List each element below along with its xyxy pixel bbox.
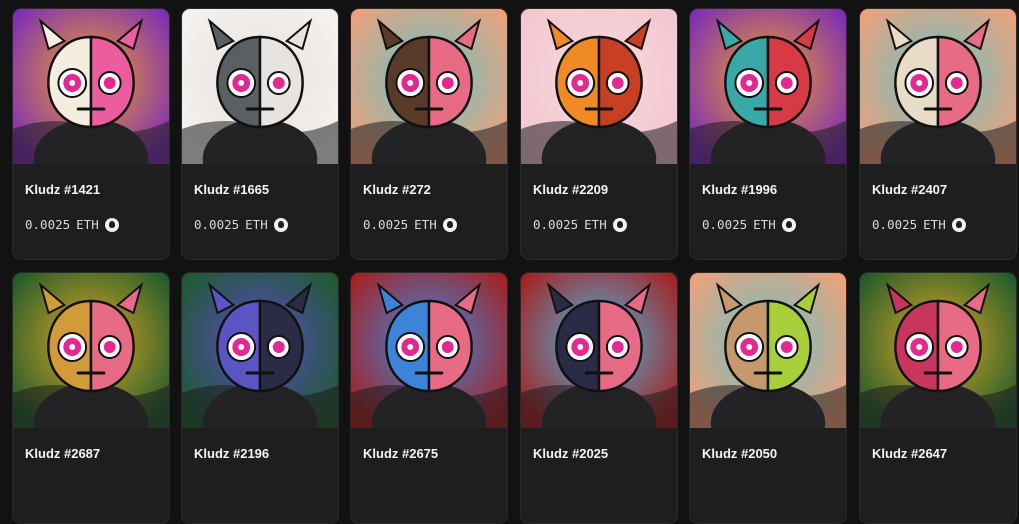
nft-image[interactable]: [351, 273, 507, 428]
price-currency: ETH: [414, 217, 437, 232]
price-amount: 0.0025: [194, 217, 240, 232]
nft-image[interactable]: [860, 9, 1016, 164]
nft-card[interactable]: Kludz #2209 0.0025 ETH: [520, 8, 678, 260]
price-currency: ETH: [753, 217, 776, 232]
nft-artwork: [521, 9, 677, 164]
nft-title[interactable]: Kludz #2025: [533, 446, 665, 461]
nft-card[interactable]: Kludz #2675: [350, 272, 508, 524]
price-currency: ETH: [923, 217, 946, 232]
nft-title[interactable]: Kludz #2209: [533, 182, 665, 197]
nft-image[interactable]: [182, 9, 338, 164]
nft-artwork: [351, 9, 507, 164]
nft-price: 0.0025 ETH: [25, 217, 157, 232]
price-amount: 0.0025: [872, 217, 918, 232]
nft-card[interactable]: Kludz #1665 0.0025 ETH: [181, 8, 339, 260]
price-currency: ETH: [76, 217, 99, 232]
price-currency: ETH: [245, 217, 268, 232]
chain-icon: [104, 217, 119, 232]
price-currency: ETH: [584, 217, 607, 232]
nft-image[interactable]: [182, 273, 338, 428]
nft-card[interactable]: Kludz #1996 0.0025 ETH: [689, 8, 847, 260]
nft-price: 0.0025 ETH: [363, 217, 495, 232]
nft-artwork: [13, 9, 169, 164]
nft-price: 0.0025 ETH: [702, 217, 834, 232]
nft-image[interactable]: [521, 9, 677, 164]
nft-artwork: [860, 9, 1016, 164]
nft-title[interactable]: Kludz #2050: [702, 446, 834, 461]
chain-icon: [951, 217, 966, 232]
nft-image[interactable]: [690, 273, 846, 428]
nft-title[interactable]: Kludz #2196: [194, 446, 326, 461]
nft-artwork: [182, 9, 338, 164]
nft-grid: Kludz #1421 0.0025 ETH Kludz #1665 0.002…: [0, 0, 1019, 524]
nft-artwork: [860, 273, 1016, 428]
nft-image[interactable]: [13, 9, 169, 164]
nft-price: 0.0025 ETH: [872, 217, 1004, 232]
nft-title[interactable]: Kludz #2647: [872, 446, 1004, 461]
nft-card[interactable]: Kludz #272 0.0025 ETH: [350, 8, 508, 260]
nft-title[interactable]: Kludz #2407: [872, 182, 1004, 197]
nft-artwork: [13, 273, 169, 428]
nft-image[interactable]: [13, 273, 169, 428]
nft-image[interactable]: [521, 273, 677, 428]
nft-card[interactable]: Kludz #2687: [12, 272, 170, 524]
nft-title[interactable]: Kludz #1421: [25, 182, 157, 197]
nft-card[interactable]: Kludz #2025: [520, 272, 678, 524]
price-amount: 0.0025: [25, 217, 71, 232]
chain-icon: [442, 217, 457, 232]
nft-artwork: [521, 273, 677, 428]
nft-title[interactable]: Kludz #272: [363, 182, 495, 197]
chain-icon: [781, 217, 796, 232]
nft-image[interactable]: [351, 9, 507, 164]
nft-artwork: [690, 9, 846, 164]
nft-image[interactable]: [690, 9, 846, 164]
price-amount: 0.0025: [702, 217, 748, 232]
nft-card[interactable]: Kludz #2647: [859, 272, 1017, 524]
price-amount: 0.0025: [533, 217, 579, 232]
nft-title[interactable]: Kludz #2687: [25, 446, 157, 461]
nft-title[interactable]: Kludz #1996: [702, 182, 834, 197]
nft-title[interactable]: Kludz #1665: [194, 182, 326, 197]
nft-card[interactable]: Kludz #2407 0.0025 ETH: [859, 8, 1017, 260]
nft-artwork: [182, 273, 338, 428]
nft-image[interactable]: [860, 273, 1016, 428]
nft-price: 0.0025 ETH: [533, 217, 665, 232]
chain-icon: [273, 217, 288, 232]
nft-price: 0.0025 ETH: [194, 217, 326, 232]
nft-artwork: [351, 273, 507, 428]
nft-card[interactable]: Kludz #2196: [181, 272, 339, 524]
nft-card[interactable]: Kludz #2050: [689, 272, 847, 524]
nft-artwork: [690, 273, 846, 428]
price-amount: 0.0025: [363, 217, 409, 232]
nft-title[interactable]: Kludz #2675: [363, 446, 495, 461]
nft-card[interactable]: Kludz #1421 0.0025 ETH: [12, 8, 170, 260]
chain-icon: [612, 217, 627, 232]
